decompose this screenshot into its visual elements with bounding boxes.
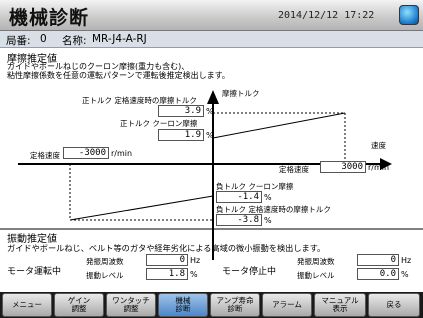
nav-amp-life-button[interactable]: アンプ寿命 診断 <box>210 293 260 317</box>
stop-freq-unit: Hz <box>401 256 412 265</box>
neg-rated-unit: % <box>264 216 272 225</box>
pos-rated-value: 3.9 <box>158 105 204 117</box>
page-title: 機械診断 <box>9 7 90 29</box>
info-bar: 局番: 0 名称: MR-J4-A-RJ <box>0 31 423 48</box>
pos-coulomb-unit: % <box>206 131 214 140</box>
vibration-desc: ガイドやボールねじ、ベルト等のガタや経年劣化による高域の微小振動を検出します。 <box>7 243 326 253</box>
bottom-nav: メニュー ゲイン 調整 ワンタッチ 調整 機械 診断 アンプ寿命 診断 アラーム… <box>0 292 423 318</box>
torque-axis-arrow <box>207 90 219 104</box>
nav-menu-button[interactable]: メニュー <box>2 293 52 317</box>
pos-coulomb-label: 正トルク クーロン摩擦 <box>120 119 198 128</box>
motor-stopped-label: モータ停止中 <box>222 267 277 277</box>
run-level-label: 振動レベル <box>86 271 124 280</box>
name-label: 名称: <box>62 35 87 47</box>
rated-speed-neg-unit: r/min <box>111 149 133 158</box>
rated-speed-pos-label: 定格速度 <box>279 165 309 174</box>
stop-freq-label: 発振周波数 <box>297 257 335 266</box>
motor-running-label: モータ運転中 <box>7 267 62 277</box>
nav-gain-button[interactable]: ゲイン 調整 <box>54 293 104 317</box>
neg-rated-value: -3.8 <box>216 214 262 226</box>
rated-speed-pos-unit: r/min <box>368 163 390 172</box>
run-level-value: 1.8 <box>146 268 188 280</box>
stop-freq-value: 0 <box>357 254 399 266</box>
name-value: MR-J4-A-RJ <box>92 33 147 45</box>
station-label: 局番: <box>6 35 31 47</box>
nav-manual-button[interactable]: マニュアル 表示 <box>314 293 366 317</box>
torque-axis-label: 摩擦トルク <box>222 89 260 98</box>
title-bar: 機械診断 2014/12/12 17:22 <box>0 0 423 31</box>
nav-one-touch-button[interactable]: ワンタッチ 調整 <box>106 293 156 317</box>
speed-axis-label: 速度 <box>371 141 386 150</box>
neg-coulomb-unit: % <box>264 193 272 202</box>
station-value: 0 <box>40 33 47 45</box>
run-freq-value: 0 <box>146 254 188 266</box>
pos-rated-unit: % <box>206 107 214 116</box>
nav-back-button[interactable]: 戻る <box>368 293 420 317</box>
nav-machine-diag-button[interactable]: 機械 診断 <box>158 293 208 317</box>
run-level-unit: % <box>190 270 198 279</box>
stop-level-label: 振動レベル <box>297 271 335 280</box>
run-freq-unit: Hz <box>190 256 201 265</box>
rated-speed-neg-value: -3000 <box>63 147 109 159</box>
main-panel: 摩擦推定値 ガイドやボールねじのクーロン摩擦(重力も含む)、 粘性摩擦係数を任意… <box>0 48 423 292</box>
pos-coulomb-value: 1.9 <box>158 129 204 141</box>
rated-speed-neg-label: 定格速度 <box>30 151 60 160</box>
home-icon[interactable] <box>399 5 419 25</box>
datetime-display: 2014/12/12 17:22 <box>278 10 375 21</box>
rated-speed-pos-value: 3000 <box>320 161 366 173</box>
stop-level-value: 0.0 <box>357 268 399 280</box>
neg-coulomb-value: -1.4 <box>216 191 262 203</box>
stop-level-unit: % <box>401 270 409 279</box>
nav-alarm-button[interactable]: アラーム <box>262 293 312 317</box>
run-freq-label: 発振周波数 <box>86 257 124 266</box>
